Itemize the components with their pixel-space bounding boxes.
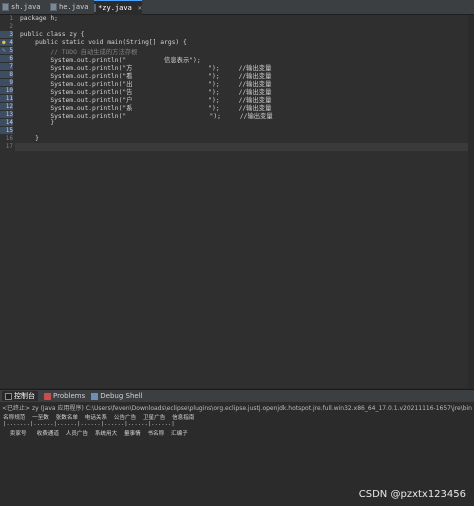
tab-label: he.java	[59, 3, 89, 11]
line-number: 15	[0, 127, 13, 134]
code-line[interactable]: public class zy {	[20, 31, 84, 38]
override-marker-icon: ●	[2, 39, 6, 46]
line-number: 10	[0, 87, 13, 94]
tab-sh-java[interactable]: sh.java	[2, 0, 46, 14]
line-number: 16	[5, 135, 13, 142]
line-number: 13	[0, 111, 13, 118]
tab-console[interactable]: 控制台	[2, 391, 38, 401]
line-number: 6	[0, 55, 13, 62]
problems-icon	[44, 392, 51, 400]
panel-tab-bar: 控制台 Problems Debug Shell	[0, 390, 474, 402]
console-output-line: 卖家号 收费通道 人员广告 系统用大 量事情 书名称 汇编子	[3, 431, 188, 437]
line-number: 12	[0, 103, 13, 110]
close-icon[interactable]: ✕	[138, 4, 142, 12]
console-panel: 控制台 Problems Debug Shell <已终止> zy (Java …	[0, 389, 474, 506]
java-file-icon	[50, 3, 57, 11]
code-line[interactable]: }	[20, 119, 54, 126]
tab-problems[interactable]: Problems	[44, 392, 85, 400]
line-number: 1	[9, 15, 13, 22]
code-editor[interactable]: 1 2 3 4 5 6 7 8 9 10 11 12 13 14 15 16 1…	[0, 15, 474, 397]
java-file-icon	[94, 4, 97, 12]
line-number: 2	[9, 23, 13, 30]
line-number: 7	[0, 63, 13, 70]
line-number: 8	[0, 71, 13, 78]
watermark: CSDN @pzxtx123456	[358, 489, 466, 500]
tab-label: Problems	[53, 392, 86, 400]
tab-he-java[interactable]: he.java	[50, 0, 94, 14]
vertical-scrollbar[interactable]	[468, 15, 474, 388]
tab-label: Debug Shell	[100, 392, 143, 400]
line-number: 17	[5, 143, 13, 150]
java-file-icon	[2, 3, 9, 11]
tab-label: *zy.java	[98, 4, 132, 12]
console-output-line: 名称规范 一至数 张数名单 电话关系 公告广告 卫星广告 信息指南	[3, 415, 195, 421]
editor-tab-bar: sh.java he.java *zy.java ✕	[0, 0, 474, 15]
tab-label: sh.java	[11, 3, 41, 11]
current-line-highlight	[15, 143, 474, 151]
console-status-header: <已终止> zy (Java 应用程序) C:\Users\feven\Down…	[2, 405, 472, 412]
code-line[interactable]: System.out.println(" "); //输出变量	[20, 111, 272, 120]
line-number: 14	[0, 119, 13, 126]
line-number-gutter: 1 2 3 4 5 6 7 8 9 10 11 12 13 14 15 16 1…	[0, 15, 15, 388]
line-number: 9	[0, 79, 13, 86]
debug-shell-icon	[91, 392, 99, 400]
line-number: 11	[0, 95, 13, 102]
line-number: 3	[0, 31, 13, 38]
code-line[interactable]: public static void main(String[] args) {	[20, 39, 187, 46]
task-marker-icon: ✎	[2, 47, 6, 54]
console-icon	[5, 392, 12, 400]
tab-zy-java[interactable]: *zy.java ✕	[94, 0, 142, 15]
code-line[interactable]: package h;	[20, 15, 58, 22]
tab-label: 控制台	[14, 392, 35, 400]
code-line[interactable]: }	[20, 135, 39, 142]
console-output-line: |.......|......|......|......|......|...…	[3, 421, 175, 427]
tab-debug-shell[interactable]: Debug Shell	[91, 392, 143, 400]
